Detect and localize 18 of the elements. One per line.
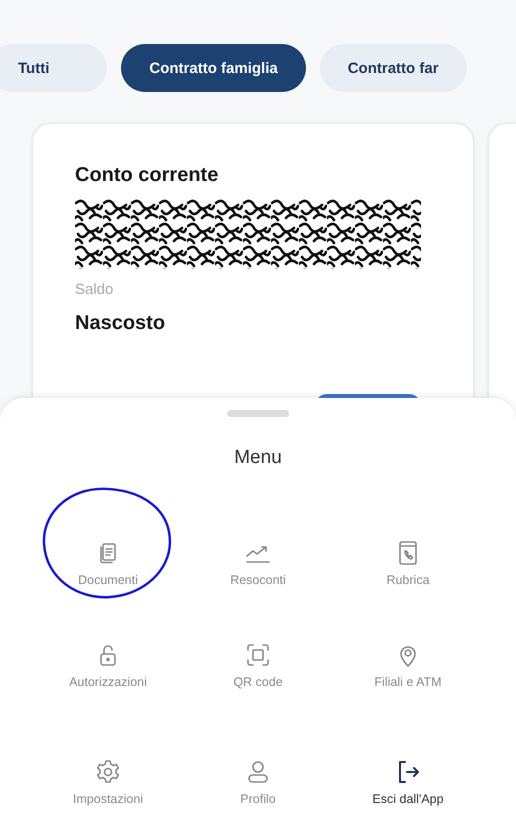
account-title: Conto corrente <box>75 164 220 187</box>
menu-item[interactable]: Filiali e ATM <box>374 641 442 689</box>
drag-handle[interactable] <box>227 410 289 417</box>
menu-item[interactable]: Resoconti <box>230 539 286 587</box>
menu-item[interactable]: QR code <box>233 641 283 689</box>
menu-item[interactable]: Profilo <box>240 758 276 806</box>
balance-value: Nascosto <box>75 312 166 335</box>
settings-icon <box>94 758 122 786</box>
filter-tab[interactable]: Tutti <box>0 44 108 92</box>
filter-tab[interactable]: Contratto famiglia <box>121 44 306 92</box>
qr-frame-icon <box>244 641 272 669</box>
menu-item[interactable]: Impostazioni <box>72 758 144 806</box>
menu-item[interactable]: Rubrica <box>386 539 430 587</box>
menu-title: Menu <box>233 447 283 469</box>
menu-item[interactable]: Autorizzazioni <box>69 641 147 689</box>
filter-tab[interactable]: Contratto far <box>320 44 467 92</box>
menu-item[interactable]: Esci dall'App <box>372 758 444 806</box>
balance-label: Saldo <box>75 281 114 298</box>
